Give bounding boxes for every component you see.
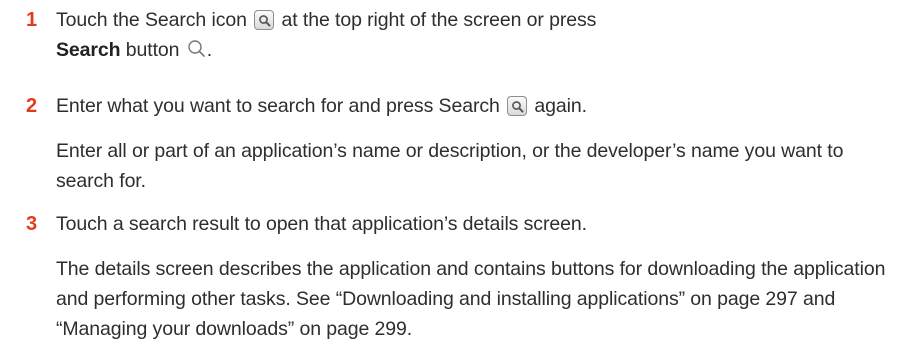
step-1-line-2: button	[125, 39, 180, 61]
step-2-paragraph: Enter all or part of an application’s na…	[56, 140, 844, 192]
step-3-line-1: Touch a search result to open that appli…	[56, 213, 587, 235]
search-button-label: Search	[56, 39, 121, 61]
step-1-text: Touch the Search icon at the top right o…	[56, 5, 888, 65]
step-1-period: .	[206, 39, 213, 61]
step-2-text: Enter what you want to search for and pr…	[56, 91, 888, 121]
step-2-line-1-end: again.	[534, 95, 587, 117]
step-2-line-1-start: Enter what you want to search for and pr…	[56, 95, 500, 117]
search-icon	[254, 10, 275, 30]
search-icon	[507, 96, 528, 116]
step-number: 3	[26, 213, 38, 235]
step-number: 2	[26, 95, 38, 117]
step-3-paragraph: The details screen describes the applica…	[56, 258, 886, 340]
step-number: 1	[26, 9, 38, 31]
step-1-line-1-start: Touch the Search icon	[56, 9, 247, 31]
magnifier-icon	[187, 38, 207, 58]
instruction-page: 1 Touch the Search icon at the top right…	[0, 0, 918, 340]
step-1-line-1-end: at the top right of the screen or press	[281, 9, 597, 31]
